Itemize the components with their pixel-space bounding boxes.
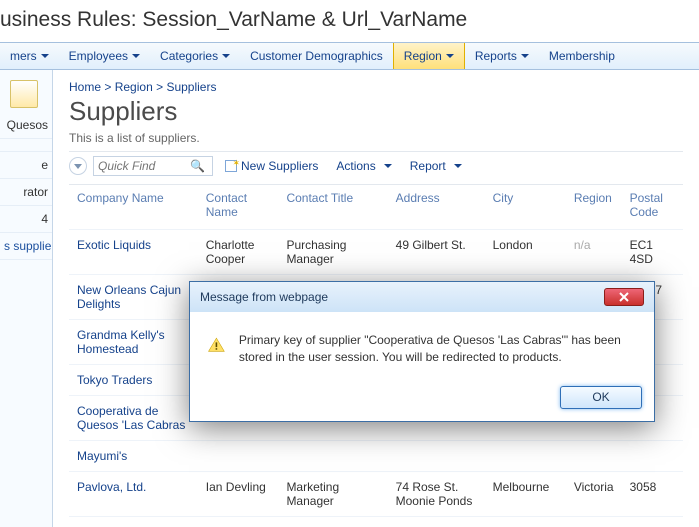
dialog-message: Primary key of supplier "Cooperativa de … — [239, 332, 636, 366]
menu-item-customer-demographics[interactable]: Customer Demographics — [240, 43, 393, 69]
caret-icon — [384, 164, 392, 168]
column-header[interactable]: Region — [566, 185, 622, 230]
table-row[interactable]: Pavlova, Ltd.Ian DevlingMarketing Manage… — [69, 472, 683, 517]
sidebar-item[interactable]: e — [0, 152, 52, 179]
caret-icon — [454, 164, 462, 168]
new-suppliers-button[interactable]: New Suppliers — [219, 159, 324, 173]
table-row[interactable]: Specialty Biscuits, Ltd.Peter WilsonSale… — [69, 517, 683, 527]
menu-item-membership[interactable]: Membership — [539, 43, 625, 69]
report-menu[interactable]: Report — [404, 159, 468, 173]
column-header[interactable]: Company Name — [69, 185, 198, 230]
search-icon[interactable]: 🔍 — [190, 159, 209, 173]
new-document-icon — [225, 160, 237, 172]
menu-item-employees[interactable]: Employees — [59, 43, 150, 69]
header-title: usiness Rules: Session_VarName & Url_Var… — [0, 8, 699, 32]
message-dialog: Message from webpage Primary key of supp… — [189, 281, 655, 422]
table-row[interactable]: Exotic LiquidsCharlotte CooperPurchasing… — [69, 230, 683, 275]
expand-button[interactable] — [69, 157, 87, 175]
breadcrumb-home[interactable]: Home — [69, 80, 101, 94]
sidebar-folder-icon[interactable] — [10, 80, 38, 108]
caret-icon — [446, 54, 454, 58]
column-header[interactable]: Address — [388, 185, 485, 230]
caret-icon — [132, 54, 140, 58]
breadcrumb-region[interactable]: Region — [115, 80, 153, 94]
actions-menu[interactable]: Actions — [330, 159, 397, 173]
menu-item-region[interactable]: Region — [393, 43, 465, 69]
close-button[interactable] — [604, 288, 644, 306]
close-icon — [619, 292, 629, 302]
sidebar-item[interactable] — [0, 139, 52, 152]
caret-icon — [222, 54, 230, 58]
column-header[interactable]: Postal Code — [622, 185, 683, 230]
sidebar-item[interactable]: s suppliers — [0, 233, 52, 260]
sidebar-item[interactable]: Quesos — [0, 112, 52, 139]
page-subtitle: This is a list of suppliers. — [69, 131, 683, 145]
dialog-title-text: Message from webpage — [200, 290, 328, 304]
chevron-down-icon — [74, 164, 82, 169]
menu-item-reports[interactable]: Reports — [465, 43, 539, 69]
column-header[interactable]: Contact Name — [198, 185, 279, 230]
menu-item-mers[interactable]: mers — [0, 43, 59, 69]
dialog-titlebar[interactable]: Message from webpage — [190, 282, 654, 312]
sidebar-item[interactable]: 4 — [0, 206, 52, 233]
search-input[interactable] — [94, 159, 190, 173]
menu-item-categories[interactable]: Categories — [150, 43, 240, 69]
column-header[interactable]: Contact Title — [278, 185, 387, 230]
toolbar: 🔍 New Suppliers Actions Report — [69, 151, 683, 185]
quick-find[interactable]: 🔍 — [93, 156, 213, 176]
sidebar-item[interactable]: rator — [0, 179, 52, 206]
breadcrumb-current: Suppliers — [166, 80, 216, 94]
menubar: mersEmployeesCategoriesCustomer Demograp… — [0, 42, 699, 70]
column-header[interactable]: City — [485, 185, 566, 230]
caret-icon — [521, 54, 529, 58]
table-row[interactable]: Mayumi's — [69, 441, 683, 472]
ok-button[interactable]: OK — [560, 386, 642, 409]
caret-icon — [41, 54, 49, 58]
breadcrumb: Home > Region > Suppliers — [69, 80, 683, 94]
page-header: usiness Rules: Session_VarName & Url_Var… — [0, 0, 699, 42]
sidebar: Quesos erator4s suppliers — [0, 70, 53, 527]
warning-icon — [208, 332, 225, 358]
page-title: Suppliers — [69, 96, 683, 127]
